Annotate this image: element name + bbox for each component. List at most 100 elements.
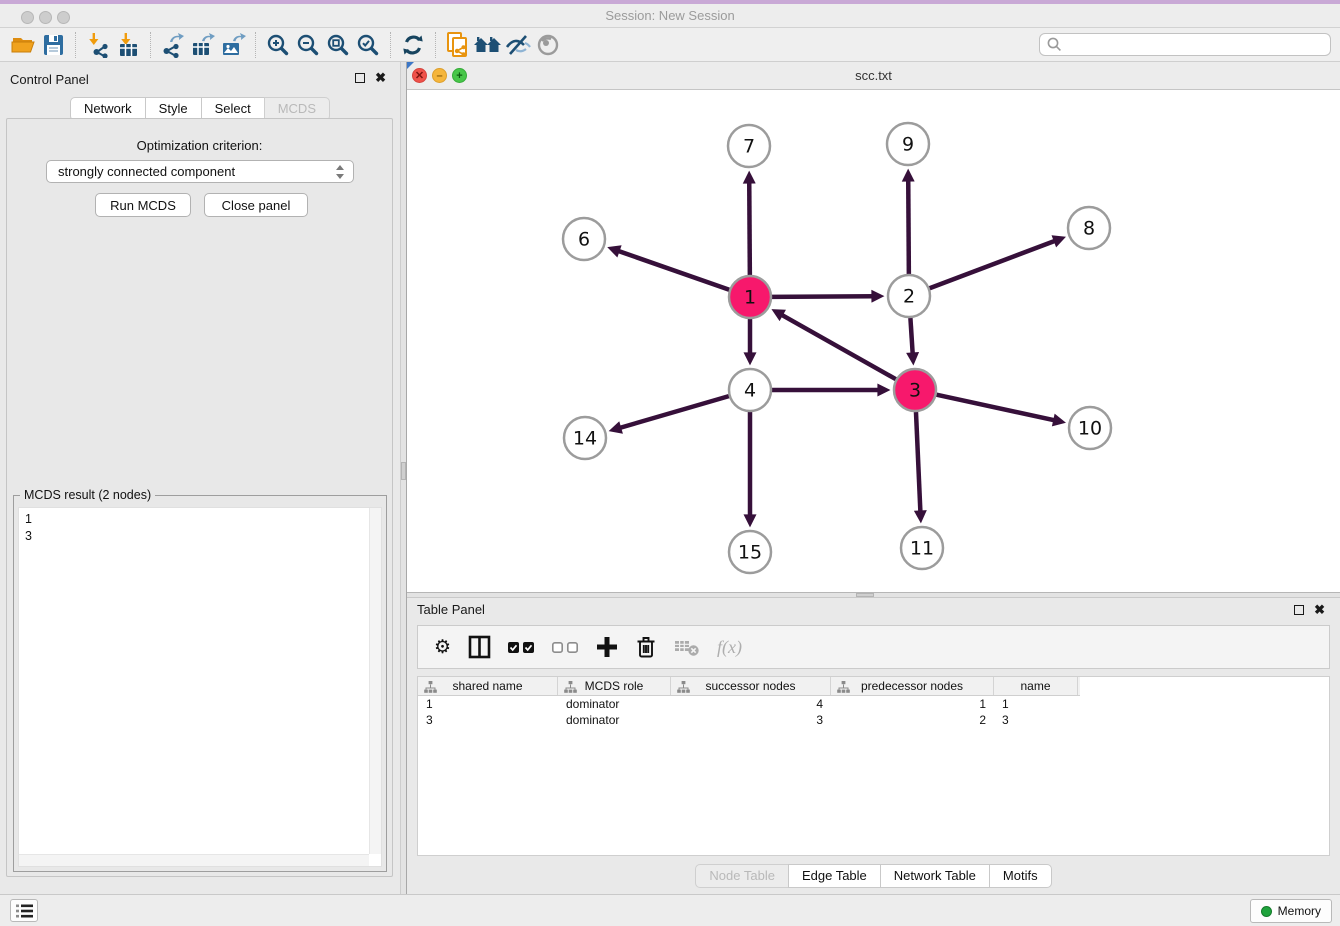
- node-1[interactable]: 1: [729, 276, 771, 318]
- result-vscrollbar[interactable]: [369, 508, 381, 854]
- home-icon[interactable]: [473, 31, 503, 59]
- vertical-splitter-grip[interactable]: [401, 462, 406, 480]
- node-14[interactable]: 14: [564, 417, 606, 459]
- node-9[interactable]: 9: [887, 123, 929, 165]
- table-cell: 1: [831, 697, 994, 711]
- node-8[interactable]: 8: [1068, 207, 1110, 249]
- tab-edge-table[interactable]: Edge Table: [788, 864, 881, 888]
- node-4[interactable]: 4: [729, 369, 771, 411]
- zoom-out-icon[interactable]: [293, 31, 323, 59]
- hide-selected-icon[interactable]: [503, 31, 533, 59]
- delete-row-icon[interactable]: [635, 635, 657, 659]
- save-session-icon[interactable]: [38, 31, 68, 59]
- criterion-value: strongly connected component: [58, 164, 235, 179]
- tab-node-table[interactable]: Node Table: [695, 864, 789, 888]
- apply-layout-icon[interactable]: [398, 31, 428, 59]
- node-label: 9: [902, 134, 914, 156]
- edge-2-9[interactable]: [908, 179, 909, 274]
- table-settings-icon[interactable]: ⚙: [434, 638, 451, 657]
- table-row[interactable]: 3dominator323: [418, 712, 1329, 728]
- column-header-predecessor-nodes[interactable]: predecessor nodes: [831, 677, 994, 695]
- table-cell: 3: [418, 713, 558, 727]
- edge-2-8[interactable]: [930, 240, 1057, 288]
- edge-1-2[interactable]: [772, 296, 874, 297]
- memory-button[interactable]: Memory: [1250, 899, 1332, 923]
- node-2[interactable]: 2: [888, 275, 930, 317]
- open-session-icon[interactable]: [8, 31, 38, 59]
- import-network-icon[interactable]: [83, 31, 113, 59]
- zoom-in-icon[interactable]: [263, 31, 293, 59]
- export-network-icon[interactable]: [158, 31, 188, 59]
- search-box[interactable]: [1039, 33, 1331, 56]
- application-window: Session: New Session: [0, 0, 1340, 926]
- node-15[interactable]: 15: [729, 531, 771, 573]
- select-all-rows-icon[interactable]: [508, 641, 535, 654]
- vertical-splitter[interactable]: [400, 62, 407, 894]
- column-hierarchy-icon: [424, 681, 437, 693]
- node-label: 14: [573, 428, 597, 450]
- tab-motifs[interactable]: Motifs: [989, 864, 1052, 888]
- close-panel-icon[interactable]: ✖: [375, 70, 386, 86]
- task-history-button[interactable]: [10, 899, 38, 922]
- toolbar-separator: [435, 32, 436, 58]
- control-panel-title: Control Panel: [10, 72, 89, 87]
- mcds-result-area[interactable]: 1 3: [18, 507, 382, 867]
- column-header-shared-name[interactable]: shared name: [418, 677, 558, 695]
- show-columns-icon[interactable]: [468, 635, 491, 659]
- node-10[interactable]: 10: [1069, 407, 1111, 449]
- control-panel: Control Panel ✖ NetworkStyleSelectMCDS O…: [0, 62, 400, 894]
- column-header-successor-nodes[interactable]: successor nodes: [671, 677, 831, 695]
- criterion-select[interactable]: strongly connected component: [46, 160, 354, 183]
- node-11[interactable]: 11: [901, 527, 943, 569]
- table-cell: dominator: [558, 697, 671, 711]
- node-table: shared nameMCDS rolesuccessor nodesprede…: [417, 676, 1330, 856]
- export-table-icon[interactable]: [188, 31, 218, 59]
- unselect-all-rows-icon[interactable]: [552, 641, 579, 654]
- zoom-fit-icon[interactable]: [323, 31, 353, 59]
- network-canvas[interactable]: 7 9 6 8 1 2 4 3 14 10 15 11: [407, 90, 1340, 592]
- search-input[interactable]: [1063, 38, 1324, 52]
- node-7[interactable]: 7: [728, 125, 770, 167]
- import-table-icon[interactable]: [113, 31, 143, 59]
- table-close-icon[interactable]: ✖: [1314, 602, 1325, 618]
- select-stepper-icon: [334, 164, 346, 180]
- table-cell: 4: [671, 697, 831, 711]
- edge-3-10[interactable]: [936, 395, 1055, 421]
- column-header-MCDS-role[interactable]: MCDS role: [558, 677, 671, 695]
- network-title: scc.txt: [407, 68, 1340, 83]
- node-3[interactable]: 3: [894, 369, 936, 411]
- table-panel-title: Table Panel: [417, 602, 485, 617]
- table-cell: dominator: [558, 713, 671, 727]
- clone-network-icon[interactable]: [443, 31, 473, 59]
- memory-status-icon: [1261, 906, 1272, 917]
- add-row-icon[interactable]: [596, 636, 618, 658]
- table-panel-tabs: Node TableEdge TableNetwork TableMotifs: [407, 864, 1340, 888]
- node-label: 15: [738, 542, 762, 564]
- list-icon: [16, 904, 33, 918]
- delete-table-icon[interactable]: [674, 636, 700, 658]
- mcds-result-title: MCDS result (2 nodes): [20, 488, 155, 502]
- main-toolbar: [0, 28, 1340, 62]
- table-cell: 3: [671, 713, 831, 727]
- tab-network-table[interactable]: Network Table: [880, 864, 990, 888]
- edge-3-1[interactable]: [780, 314, 895, 379]
- table-row[interactable]: 1dominator411: [418, 696, 1329, 712]
- zoom-selected-icon[interactable]: [353, 31, 383, 59]
- show-all-icon[interactable]: [533, 31, 563, 59]
- edge-4-14[interactable]: [619, 396, 729, 428]
- function-builder-icon[interactable]: f(x): [717, 637, 742, 658]
- edge-1-6[interactable]: [617, 251, 729, 290]
- horizontal-splitter-grip[interactable]: [856, 593, 874, 597]
- edge-1-7[interactable]: [749, 181, 750, 275]
- run-mcds-button[interactable]: Run MCDS: [95, 193, 191, 217]
- table-float-icon[interactable]: [1294, 605, 1304, 615]
- mcds-result-lines: 1 3: [25, 511, 32, 545]
- node-6[interactable]: 6: [563, 218, 605, 260]
- export-image-icon[interactable]: [218, 31, 248, 59]
- result-hscrollbar[interactable]: [19, 854, 369, 866]
- edge-3-11[interactable]: [916, 412, 920, 513]
- edge-2-3[interactable]: [910, 318, 912, 355]
- close-panel-button[interactable]: Close panel: [204, 193, 308, 217]
- column-header-name[interactable]: name: [994, 677, 1078, 695]
- float-panel-icon[interactable]: [355, 73, 365, 83]
